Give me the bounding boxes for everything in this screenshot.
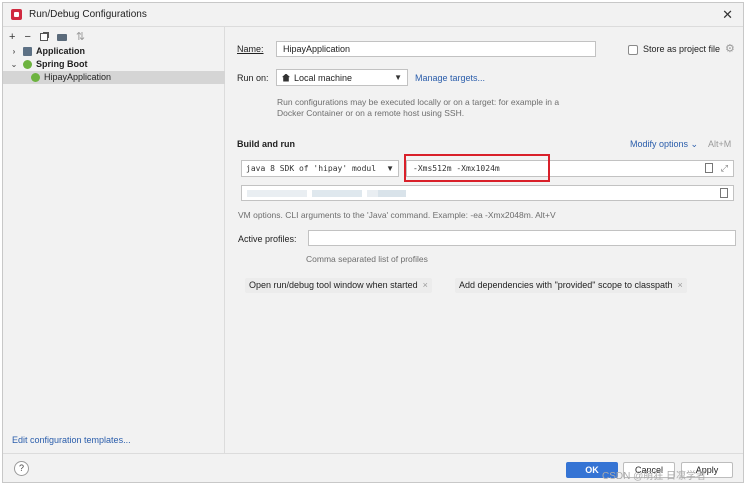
chip-label: Add dependencies with "provided" scope t… (459, 280, 673, 290)
active-profiles-field[interactable] (308, 230, 736, 246)
application-icon (23, 47, 32, 56)
active-profiles-hint: Comma separated list of profiles (306, 254, 428, 264)
run-on-select[interactable]: Local machine ▼ (276, 69, 408, 86)
dropdown-arrow-icon: ▼ (386, 164, 394, 173)
configuration-form: Name: HipayApplication Store as project … (226, 27, 743, 453)
option-chip-provided-scope[interactable]: Add dependencies with "provided" scope t… (455, 278, 687, 293)
run-on-label: Run on: (237, 73, 269, 83)
jdk-select[interactable]: java 8 SDK of 'hipay' modul ▼ (241, 160, 399, 177)
redacted-text (247, 190, 307, 197)
store-as-project-checkbox[interactable] (628, 45, 638, 55)
dropdown-arrow-icon: ▼ (394, 73, 402, 82)
intellij-icon (11, 9, 22, 20)
modify-options-link[interactable]: Modify options ⌄ (630, 139, 698, 150)
sort-icon[interactable]: ⇅ (76, 31, 85, 43)
build-and-run-heading: Build and run (237, 139, 295, 149)
active-profiles-label: Active profiles: (238, 234, 297, 244)
modify-options-label: Modify options (630, 139, 689, 149)
vm-options-hint: VM options. CLI arguments to the 'Java' … (238, 210, 556, 220)
dialog-title: Run/Debug Configurations (29, 9, 147, 20)
vm-options-value: -Xms512m -Xmx1024m (413, 164, 500, 173)
option-chip-open-tool-window[interactable]: Open run/debug tool window when started × (245, 278, 432, 293)
redacted-text (378, 190, 406, 197)
watermark: CSDN @萌狂 日凛学者 (602, 471, 707, 482)
main-class-field[interactable] (241, 185, 734, 201)
tree-item-hipayapplication[interactable]: HipayApplication (3, 71, 225, 84)
redacted-text (312, 190, 362, 197)
chevron-right-icon[interactable]: › (9, 45, 19, 58)
run-on-hint: Run configurations may be executed local… (277, 97, 560, 118)
configurations-tree: › Application ⌄ Spring Boot HipayApplica… (3, 45, 225, 84)
manage-targets-link[interactable]: Manage targets... (415, 73, 485, 83)
dialog-footer: ? OK Cancel Apply CSDN @萌狂 日凛学者 (3, 453, 743, 482)
tree-item-label: Spring Boot (36, 59, 88, 69)
chevron-down-icon: ⌄ (690, 139, 699, 149)
tree-item-spring-boot[interactable]: ⌄ Spring Boot (3, 58, 225, 71)
jdk-value: java 8 SDK of 'hipay' modul (246, 164, 377, 173)
modify-options-shortcut: Alt+M (708, 139, 732, 149)
title-bar: Run/Debug Configurations ✕ (3, 3, 743, 27)
run-on-value: Local machine (294, 72, 353, 83)
add-icon[interactable]: + (9, 31, 15, 43)
folder-icon[interactable] (56, 33, 67, 41)
chevron-down-icon[interactable]: ⌄ (9, 58, 19, 71)
remove-icon[interactable]: − (24, 31, 30, 43)
vm-options-field[interactable]: -Xms512m -Xmx1024m ⤢ (406, 160, 734, 177)
name-field[interactable]: HipayApplication (276, 41, 596, 57)
close-icon[interactable]: ✕ (722, 7, 733, 23)
chip-label: Open run/debug tool window when started (249, 280, 418, 290)
edit-templates-link[interactable]: Edit configuration templates... (12, 435, 131, 445)
copy-icon[interactable] (39, 33, 48, 41)
run-debug-dialog: Run/Debug Configurations ✕ + − ⇅ › Appli… (2, 2, 744, 483)
remove-chip-icon[interactable]: × (423, 280, 428, 290)
help-button[interactable]: ? (14, 461, 29, 476)
tree-item-label: HipayApplication (44, 72, 112, 82)
expand-field-icon[interactable] (705, 163, 713, 173)
spring-boot-icon (31, 73, 40, 82)
remove-chip-icon[interactable]: × (678, 280, 683, 290)
gear-icon[interactable]: ⚙ (725, 42, 735, 55)
spring-boot-icon (23, 60, 32, 69)
name-label: Name: (237, 44, 264, 54)
resize-icon[interactable]: ⤢ (721, 161, 728, 176)
store-as-project-label[interactable]: Store as project file (643, 44, 720, 54)
sidebar-toolbar: + − ⇅ (9, 30, 85, 44)
browse-class-icon[interactable] (720, 188, 728, 198)
configurations-sidebar: + − ⇅ › Application ⌄ Spring Boot HipayA… (3, 27, 225, 453)
home-icon (282, 73, 290, 82)
tree-item-label: Application (36, 46, 85, 56)
tree-item-application[interactable]: › Application (3, 45, 225, 58)
